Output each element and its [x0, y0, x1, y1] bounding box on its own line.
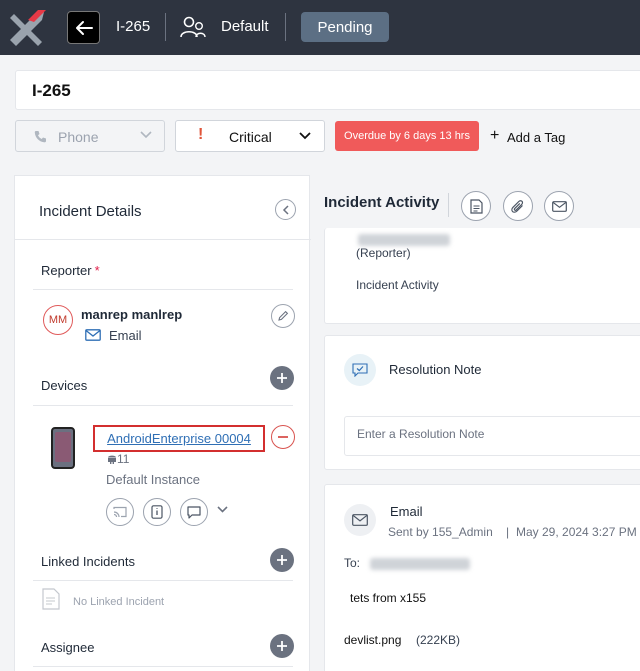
arrow-left-icon: [75, 20, 93, 35]
top-bar: I-265 Default Pending: [0, 0, 640, 55]
workspace-name[interactable]: Default: [221, 18, 269, 35]
collapse-button[interactable]: [275, 199, 296, 220]
app-logo-icon[interactable]: [8, 8, 48, 48]
avatar: MM: [43, 305, 73, 335]
users-icon: [180, 16, 206, 38]
divider: [285, 13, 286, 41]
email-title: Email: [390, 504, 423, 519]
add-tag-label: Add a Tag: [507, 130, 566, 145]
linked-incidents-label: Linked Incidents: [41, 554, 135, 569]
status-badge[interactable]: Pending: [301, 12, 389, 42]
attach-button[interactable]: [503, 191, 533, 221]
plus-icon: [277, 641, 287, 651]
os-version-value: 11: [117, 452, 130, 466]
attachment-name[interactable]: devlist.png: [344, 633, 401, 647]
divider: [448, 193, 449, 217]
divider: [33, 289, 293, 290]
smartphone-icon: [51, 427, 75, 469]
incident-details-panel: Incident Details Reporter * MM manrep man…: [14, 175, 311, 671]
note-check-icon: [352, 363, 368, 377]
reporter-name: manrep manlrep: [81, 307, 183, 322]
divider: [33, 580, 293, 581]
reporter-label: Reporter *: [41, 263, 100, 278]
email-sent-by: Sent by 155_Admin: [388, 525, 493, 539]
edit-reporter-button[interactable]: [271, 304, 295, 328]
back-button[interactable]: [67, 11, 100, 44]
add-assignee-button[interactable]: [270, 634, 294, 658]
add-tag-button[interactable]: + Add a Tag: [486, 126, 576, 148]
devices-label: Devices: [41, 378, 88, 393]
chevron-left-icon: [282, 204, 289, 215]
activity-text: Incident Activity: [356, 278, 439, 292]
email-avatar-icon: [344, 504, 376, 536]
reporter-label-text: Reporter: [41, 263, 92, 278]
plus-icon: [277, 373, 287, 383]
assignee-label: Assignee: [41, 640, 95, 655]
device-info-button[interactable]: [143, 498, 171, 526]
email-to-label: To:: [344, 556, 361, 570]
activity-title: Incident Activity: [324, 194, 440, 211]
cast-button[interactable]: [106, 498, 134, 526]
page-title: I-265: [32, 81, 71, 100]
resolution-note-icon: [344, 354, 376, 386]
divider: [33, 666, 293, 667]
activity-entry: (Reporter) Incident Activity: [324, 228, 640, 324]
phone-icon: [34, 131, 46, 143]
email-date: May 29, 2024 3:27 PM: [516, 525, 637, 539]
paperclip-icon: [511, 199, 524, 213]
exclamation-icon: !: [198, 126, 204, 143]
reporter-contact: Email: [109, 328, 142, 343]
required-mark: *: [94, 263, 100, 278]
message-button[interactable]: [180, 498, 208, 526]
separator: |: [506, 525, 510, 539]
source-dropdown[interactable]: Phone: [15, 120, 165, 152]
panel-title: Incident Details: [39, 203, 142, 220]
source-value: Phone: [58, 129, 99, 145]
attachment-size: (222KB): [416, 633, 461, 647]
divider: [15, 239, 311, 240]
mail-icon: [352, 514, 368, 526]
device-info-icon: [151, 505, 163, 519]
document-icon: [42, 588, 60, 610]
minus-icon: [278, 436, 288, 438]
chat-icon: [187, 505, 201, 519]
send-email-button[interactable]: [544, 191, 574, 221]
divider: [165, 13, 166, 41]
resolution-note-card: Resolution Note Enter a Resolution Note: [324, 335, 640, 470]
reporter-role: (Reporter): [356, 246, 411, 260]
email-entry: Email Sent by 155_Admin | May 29, 2024 3…: [324, 484, 640, 671]
overdue-badge: Overdue by 6 days 13 hrs: [335, 121, 479, 151]
document-icon: [469, 198, 483, 214]
plus-icon: [277, 555, 287, 565]
pencil-icon: [278, 310, 289, 321]
redacted-recipient: [370, 558, 470, 570]
divider: [33, 405, 293, 406]
device-instance: Default Instance: [106, 472, 200, 487]
device-os-version: 11: [107, 452, 129, 466]
android-icon: [108, 455, 116, 464]
add-note-button[interactable]: [461, 191, 491, 221]
email-body: tets from x155: [350, 591, 427, 605]
cast-icon: [113, 506, 127, 518]
add-linked-incident-button[interactable]: [270, 548, 294, 572]
device-link[interactable]: AndroidEnterprise 00004: [107, 431, 251, 446]
device-link-highlight[interactable]: AndroidEnterprise 00004: [93, 425, 265, 452]
plus-icon: +: [490, 127, 500, 144]
chevron-down-icon[interactable]: [217, 506, 228, 513]
empty-state-text: No Linked Incident: [73, 596, 165, 608]
incident-header: I-265: [15, 70, 640, 110]
chevron-down-icon: [299, 132, 311, 140]
incident-id: I-265: [116, 18, 151, 35]
remove-device-button[interactable]: [271, 425, 295, 449]
redacted-name: [358, 234, 450, 246]
add-device-button[interactable]: [270, 366, 294, 390]
mail-icon: [551, 200, 567, 212]
resolution-note-title: Resolution Note: [389, 362, 482, 377]
priority-dropdown[interactable]: ! Critical: [175, 120, 325, 152]
priority-value: Critical: [229, 129, 272, 145]
chevron-down-icon: [140, 131, 152, 139]
resolution-note-input[interactable]: Enter a Resolution Note: [344, 416, 640, 456]
mail-icon: [85, 329, 101, 341]
